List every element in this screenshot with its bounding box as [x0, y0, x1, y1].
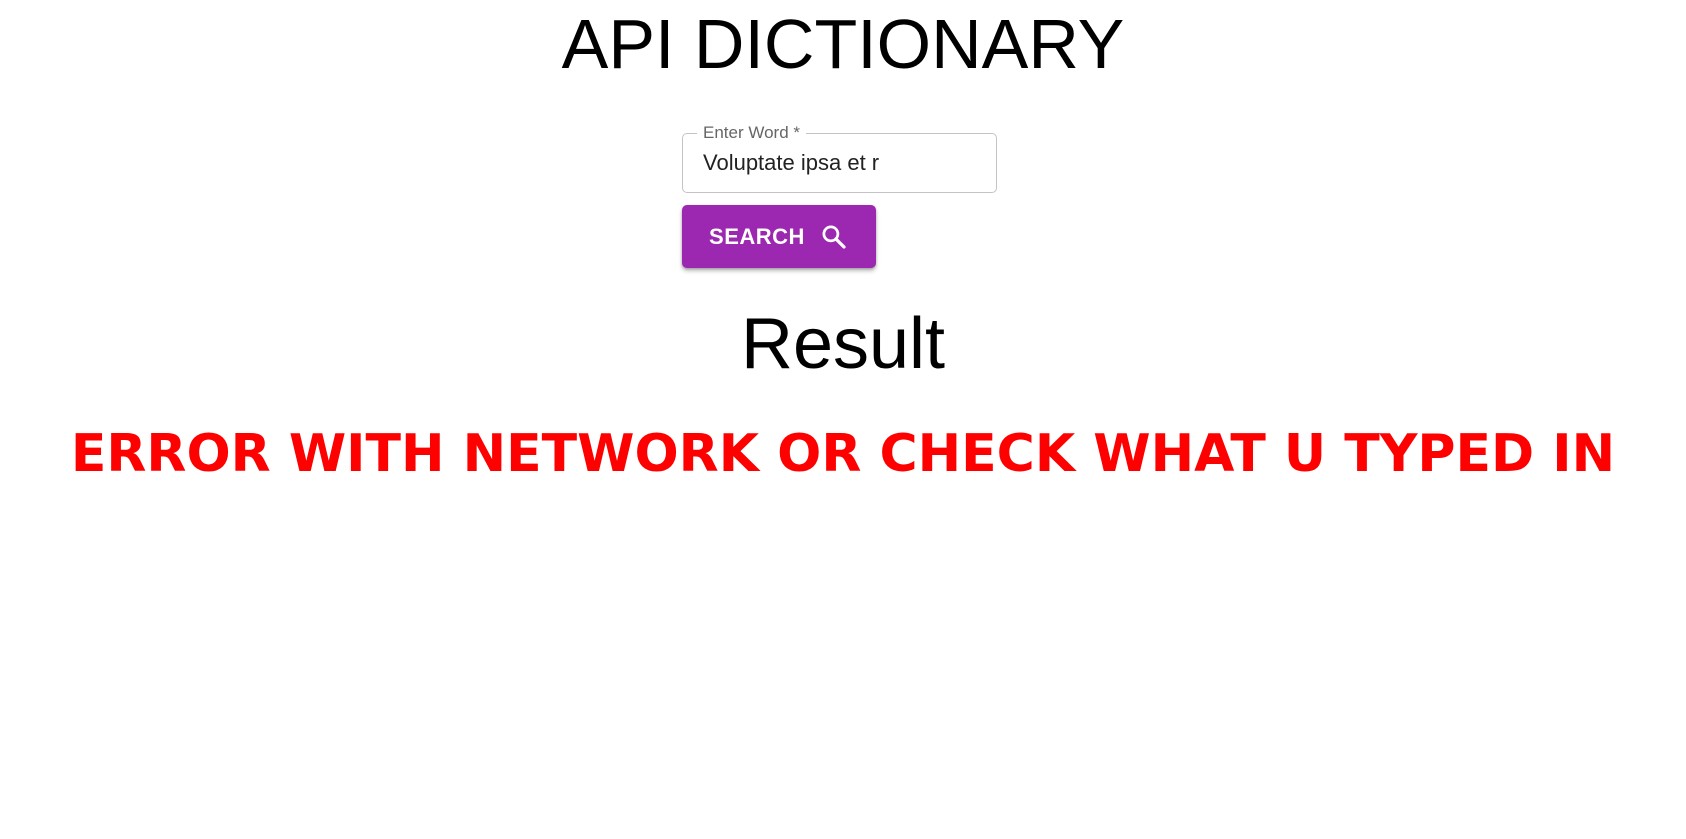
result-heading: Result — [740, 304, 946, 384]
word-field-label: Enter Word * — [697, 123, 807, 143]
word-field[interactable]: Enter Word * — [682, 123, 997, 193]
page-title: API DICTIONARY — [561, 5, 1125, 83]
word-input[interactable] — [703, 148, 978, 178]
search-icon — [819, 222, 849, 252]
search-button[interactable]: SEARCH — [682, 205, 876, 268]
page: API DICTIONARY Enter Word * SEARCH Resul… — [0, 0, 1686, 839]
search-button-label: SEARCH — [709, 223, 805, 249]
error-message: ERROR WITH NETWORK OR CHECK WHAT U TYPED… — [70, 424, 1616, 484]
